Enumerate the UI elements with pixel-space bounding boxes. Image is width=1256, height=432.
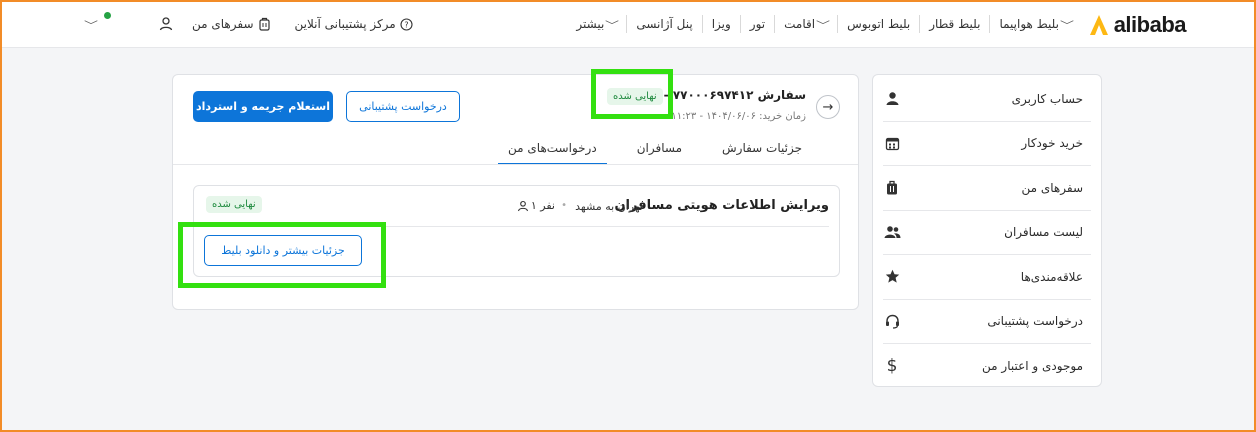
- sidebar-item-label: سفرهای من: [1021, 180, 1084, 195]
- request-status-badge: نهایی شده: [206, 196, 262, 213]
- nav-divider: [739, 15, 741, 33]
- tabs-divider: [173, 164, 858, 165]
- brand-name: alibaba: [1113, 12, 1187, 37]
- nav-item-bus[interactable]: بلیط اتوبوس: [841, 17, 916, 31]
- nav-item-train[interactable]: بلیط قطار: [923, 17, 986, 31]
- my-trips-label: سفرهای من: [192, 17, 254, 31]
- back-button[interactable]: →: [816, 95, 840, 119]
- my-trips-link[interactable]: سفرهای من: [192, 17, 271, 31]
- utility-nav: ﹀ سفرهای من مرکز پشتیبانی آنلاین ?: [82, 2, 413, 46]
- nav-item-stay[interactable]: اقامت ﹀: [778, 17, 834, 32]
- nav-label: پنل آژانسی: [636, 17, 693, 31]
- nav-item-agency-panel[interactable]: پنل آژانسی: [630, 17, 698, 31]
- question-circle-icon: ?: [400, 17, 413, 31]
- highlight-box-details-button: [178, 222, 386, 288]
- chevron-down-icon: ﹀: [605, 20, 620, 32]
- sidebar-item-label: خرید خودکار: [1021, 136, 1083, 151]
- nav-item-flights[interactable]: بلیط هواپیما ﹀: [993, 17, 1078, 32]
- top-navigation: alibaba بلیط هواپیما ﹀ بلیط قطار بلیط ات…: [2, 2, 1254, 48]
- highlight-box-order-status: [591, 69, 673, 119]
- account-sidebar: حساب کاربری خرید خودکار سفرهای من لیست م…: [872, 74, 1102, 387]
- order-tabs: جزئیات سفارش مسافران درخواست‌های من: [488, 133, 822, 165]
- sidebar-item-favorites[interactable]: علاقه‌مندی‌ها: [883, 255, 1091, 300]
- support-center-link[interactable]: مرکز پشتیبانی آنلاین ?: [295, 17, 413, 31]
- request-title: ویرایش اطلاعات هویتی مسافران: [614, 198, 829, 213]
- nav-label: بلیط اتوبوس: [847, 17, 911, 31]
- users-icon: [883, 223, 901, 241]
- chevron-down-icon: ﹀: [1060, 20, 1074, 32]
- nav-divider: [837, 15, 839, 33]
- nav-item-visa[interactable]: ویزا: [706, 17, 737, 31]
- svg-text:?: ?: [404, 20, 408, 29]
- user-icon[interactable]: [158, 16, 174, 32]
- nav-label: بیشتر: [576, 17, 605, 31]
- chevron-down-icon: ﹀: [816, 20, 831, 32]
- nav-label: بلیط هواپیما: [999, 17, 1059, 31]
- support-center-label: مرکز پشتیبانی آنلاین: [294, 17, 396, 31]
- brand-logo[interactable]: alibaba: [1088, 11, 1187, 39]
- nav-label: تور: [749, 17, 766, 31]
- nav-label: اقامت: [784, 17, 816, 31]
- user-icon: [883, 90, 901, 108]
- nav-divider: [701, 15, 703, 33]
- request-passenger-count: ۱ نفر: [517, 199, 555, 212]
- headset-icon: [883, 312, 901, 330]
- account-menu-chevron-icon[interactable]: ﹀: [84, 17, 98, 32]
- nav-label: ویزا: [711, 17, 731, 31]
- nav-item-tour[interactable]: تور: [744, 17, 771, 31]
- sidebar-item-label: لیست مسافران: [1004, 225, 1083, 240]
- nav-divider: [774, 15, 776, 33]
- tab-my-requests[interactable]: درخواست‌های من: [488, 133, 617, 165]
- order-purchase-date: زمان خرید: ۱۴۰۴/۰۶/۰۶ - ۱۱:۲۳: [671, 111, 806, 122]
- nav-divider: [626, 15, 628, 33]
- nav-label: بلیط قطار: [929, 17, 981, 31]
- suitcase-icon: [883, 179, 901, 197]
- arrow-right-icon: →: [822, 99, 834, 115]
- sidebar-item-label: موجودی و اعتبار من: [982, 359, 1083, 374]
- user-icon: [517, 200, 528, 211]
- main-nav: بلیط هواپیما ﹀ بلیط قطار بلیط اتوبوس اقا…: [570, 2, 1078, 46]
- sidebar-item-wallet[interactable]: $ موجودی و اعتبار من: [883, 344, 1091, 389]
- nav-divider: [919, 15, 921, 33]
- sidebar-item-my-trips[interactable]: سفرهای من: [883, 166, 1091, 211]
- request-route: تهران به مشهد: [575, 200, 643, 213]
- passenger-count-label: ۱ نفر: [530, 199, 555, 212]
- nav-divider: [989, 15, 991, 33]
- support-request-button[interactable]: درخواست پشتیبانی: [346, 91, 460, 122]
- nav-item-more[interactable]: بیشتر ﹀: [570, 17, 623, 32]
- tab-order-details[interactable]: جزئیات سفارش: [702, 133, 822, 164]
- dollar-icon: $: [886, 356, 898, 377]
- refund-inquiry-button[interactable]: استعلام جریمه و استرداد: [193, 91, 333, 122]
- star-icon: [883, 268, 901, 286]
- alibaba-logo-icon: [1089, 15, 1108, 35]
- tab-passengers[interactable]: مسافران: [617, 133, 702, 164]
- sidebar-item-passengers[interactable]: لیست مسافران: [883, 211, 1091, 255]
- sidebar-item-label: علاقه‌مندی‌ها: [1020, 269, 1083, 284]
- separator-dot: •: [561, 200, 567, 211]
- suitcase-icon: [258, 17, 270, 31]
- sidebar-item-auto-purchase[interactable]: خرید خودکار: [883, 122, 1091, 166]
- sidebar-item-label: حساب کاربری: [1011, 91, 1083, 106]
- sidebar-item-label: درخواست پشتیبانی: [987, 314, 1083, 329]
- sidebar-item-account[interactable]: حساب کاربری: [883, 77, 1091, 122]
- calendar-icon: [883, 134, 901, 152]
- online-status-icon: [104, 12, 111, 19]
- sidebar-item-support-request[interactable]: درخواست پشتیبانی: [883, 300, 1091, 344]
